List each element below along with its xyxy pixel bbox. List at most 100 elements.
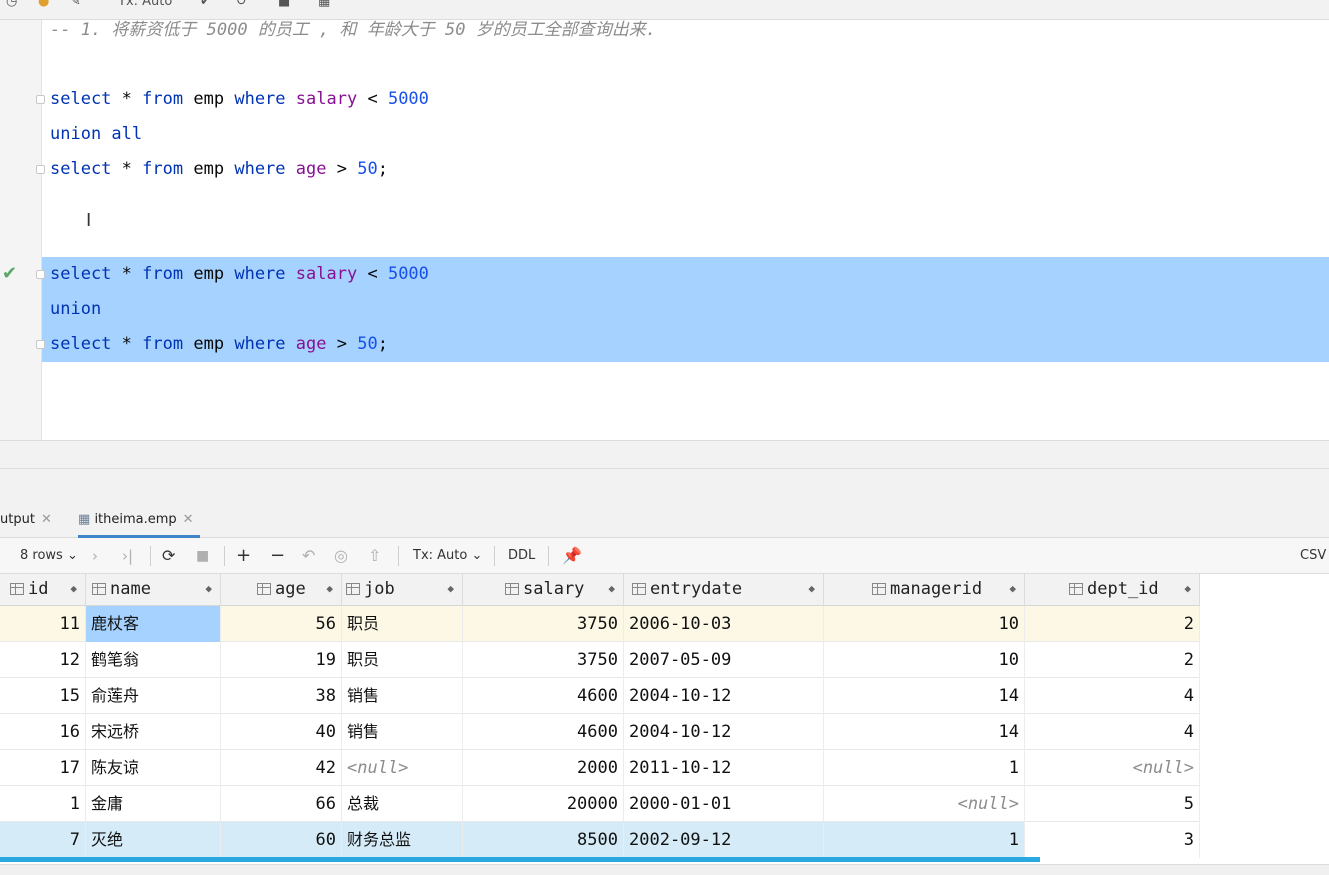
cell-name[interactable]: 金庸 [86, 786, 221, 822]
cell-salary[interactable]: 3750 [463, 606, 624, 642]
cell-dept-id[interactable]: 2 [1025, 606, 1200, 642]
cell-entrydate[interactable]: 2002-09-12 [624, 822, 824, 858]
pin-icon[interactable]: 📌 [562, 538, 582, 574]
tab-output[interactable]: utput ✕ [0, 502, 52, 538]
cell-dept-id-null[interactable]: <null> [1025, 750, 1200, 786]
tx-mode-select[interactable]: Tx: Auto [118, 0, 172, 9]
stop-icon[interactable]: ■ [196, 538, 209, 574]
cell-entrydate[interactable]: 2007-05-09 [624, 642, 824, 678]
cell-name[interactable]: 陈友谅 [86, 750, 221, 786]
cell-job[interactable]: 销售 [342, 678, 463, 714]
cell-age[interactable]: 40 [221, 714, 342, 750]
table-row[interactable]: 15 俞莲舟 38 销售 4600 2004-10-12 14 4 [0, 678, 1200, 714]
cell-job[interactable]: 职员 [342, 642, 463, 678]
column-header-salary[interactable]: salary ◆ [463, 574, 624, 606]
column-header-id[interactable]: id ◆ [0, 574, 86, 606]
sort-icon[interactable]: ◆ [1009, 574, 1016, 604]
close-icon[interactable]: ✕ [183, 512, 194, 527]
ddl-button[interactable]: DDL [508, 538, 535, 574]
table-row[interactable]: 7 灭绝 60 财务总监 8500 2002-09-12 1 3 [0, 822, 1200, 858]
close-icon[interactable]: ✕ [41, 512, 52, 527]
cell-managerid[interactable]: 1 [824, 750, 1025, 786]
table-row[interactable]: 11 鹿杖客 56 职员 3750 2006-10-03 10 2 [0, 606, 1200, 642]
revert-icon[interactable]: ↶ [302, 538, 315, 574]
profile-icon[interactable]: ● [38, 0, 49, 9]
next-page-icon[interactable]: › [92, 538, 98, 574]
column-header-entrydate[interactable]: entrydate ◆ [624, 574, 824, 606]
sort-icon[interactable]: ◆ [808, 574, 815, 604]
table-row[interactable]: 16 宋远桥 40 销售 4600 2004-10-12 14 4 [0, 714, 1200, 750]
cell-name[interactable]: 宋远桥 [86, 714, 221, 750]
cell-job[interactable]: 销售 [342, 714, 463, 750]
history-icon[interactable]: ◷ [6, 0, 17, 9]
cell-id[interactable]: 17 [0, 750, 86, 786]
cell-id[interactable]: 1 [0, 786, 86, 822]
cell-age[interactable]: 38 [221, 678, 342, 714]
cell-managerid[interactable]: 10 [824, 606, 1025, 642]
row-count-select[interactable]: 8 rows ⌄ [20, 538, 78, 574]
cell-salary[interactable]: 4600 [463, 714, 624, 750]
cell-id[interactable]: 11 [0, 606, 86, 642]
fold-marker[interactable] [36, 95, 45, 104]
cell-job[interactable]: 财务总监 [342, 822, 463, 858]
sort-icon[interactable]: ◆ [447, 574, 454, 604]
wrench-icon[interactable]: ✎ [70, 0, 81, 9]
fold-marker[interactable] [36, 340, 45, 349]
column-header-job[interactable]: job ◆ [342, 574, 463, 606]
export-format-select[interactable]: CSV [1300, 538, 1326, 574]
cell-name[interactable]: 鹿杖客 [86, 606, 221, 642]
cell-dept-id[interactable]: 3 [1025, 822, 1200, 858]
rollback-icon[interactable]: ↺ [236, 0, 247, 9]
column-header-age[interactable]: age ◆ [221, 574, 342, 606]
cell-entrydate[interactable]: 2004-10-12 [624, 714, 824, 750]
column-header-name[interactable]: name ◆ [86, 574, 221, 606]
cell-salary[interactable]: 8500 [463, 822, 624, 858]
cell-managerid-null[interactable]: <null> [824, 786, 1025, 822]
sort-icon[interactable]: ◆ [70, 574, 77, 604]
cell-age[interactable]: 42 [221, 750, 342, 786]
add-row-icon[interactable]: + [236, 538, 251, 574]
last-page-icon[interactable]: ›| [122, 538, 133, 574]
cell-managerid[interactable]: 1 [824, 822, 1025, 858]
cell-entrydate[interactable]: 2000-01-01 [624, 786, 824, 822]
cell-age[interactable]: 60 [221, 822, 342, 858]
horizontal-scrollbar[interactable] [0, 857, 1040, 862]
cell-id[interactable]: 12 [0, 642, 86, 678]
cell-dept-id[interactable]: 2 [1025, 642, 1200, 678]
panel-splitter[interactable] [0, 440, 1329, 502]
column-header-dept-id[interactable]: dept_id ◆ [1025, 574, 1200, 606]
table-row[interactable]: 17 陈友谅 42 <null> 2000 2011-10-12 1 <null… [0, 750, 1200, 786]
preview-icon[interactable]: ◎ [334, 538, 348, 574]
delete-row-icon[interactable]: − [270, 538, 285, 574]
cell-salary[interactable]: 2000 [463, 750, 624, 786]
cell-entrydate[interactable]: 2006-10-03 [624, 606, 824, 642]
sort-icon[interactable]: ◆ [608, 574, 615, 604]
cell-dept-id[interactable]: 4 [1025, 714, 1200, 750]
stop-icon[interactable]: ■ [278, 0, 290, 9]
sql-editor[interactable]: ✔ I -- 1. 将薪资低于 5000 的员工 , 和 年龄大于 50 岁的员… [0, 20, 1329, 440]
cell-name[interactable]: 俞莲舟 [86, 678, 221, 714]
table-view-icon[interactable]: ▦ [318, 0, 330, 9]
cell-managerid[interactable]: 14 [824, 714, 1025, 750]
cell-salary[interactable]: 20000 [463, 786, 624, 822]
cell-entrydate[interactable]: 2004-10-12 [624, 678, 824, 714]
cell-age[interactable]: 19 [221, 642, 342, 678]
results-grid[interactable]: id ◆ name ◆ age ◆ job ◆ salary ◆ entrydate ◆ m… [0, 574, 1200, 864]
fold-marker[interactable] [36, 270, 45, 279]
tab-itheima-emp[interactable]: ▦ itheima.emp ✕ [78, 502, 200, 538]
cell-entrydate[interactable]: 2011-10-12 [624, 750, 824, 786]
cell-id[interactable]: 16 [0, 714, 86, 750]
table-row[interactable]: 12 鹤笔翁 19 职员 3750 2007-05-09 10 2 [0, 642, 1200, 678]
fold-marker[interactable] [36, 165, 45, 174]
cell-id[interactable]: 7 [0, 822, 86, 858]
tx-mode-select[interactable]: Tx: Auto ⌄ [413, 538, 482, 574]
column-header-managerid[interactable]: managerid ◆ [824, 574, 1025, 606]
cell-dept-id[interactable]: 4 [1025, 678, 1200, 714]
cell-name[interactable]: 鹤笔翁 [86, 642, 221, 678]
cell-job[interactable]: 职员 [342, 606, 463, 642]
table-row[interactable]: 1 金庸 66 总裁 20000 2000-01-01 <null> 5 [0, 786, 1200, 822]
cell-age[interactable]: 66 [221, 786, 342, 822]
cell-dept-id[interactable]: 5 [1025, 786, 1200, 822]
cell-job[interactable]: 总裁 [342, 786, 463, 822]
cell-salary[interactable]: 3750 [463, 642, 624, 678]
